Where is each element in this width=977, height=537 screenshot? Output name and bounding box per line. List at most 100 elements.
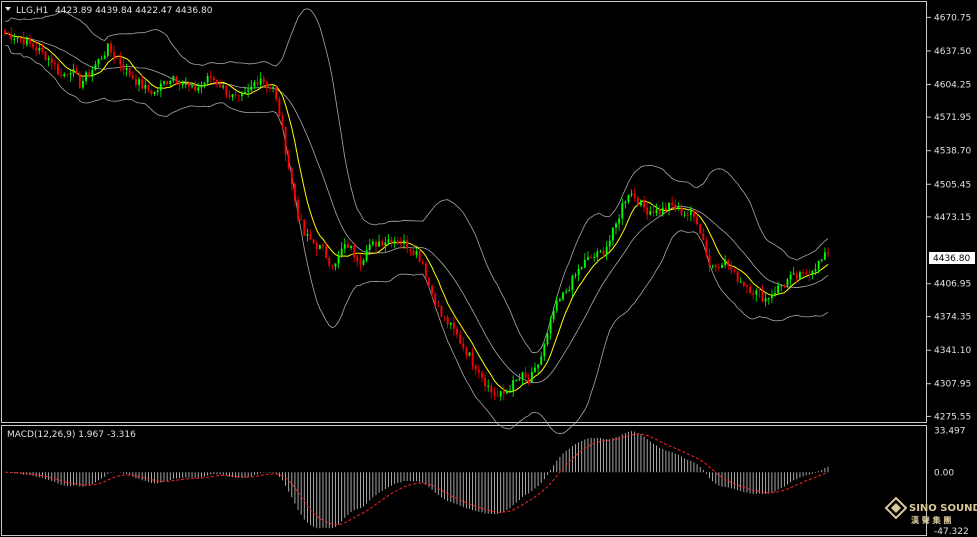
candle-body <box>63 74 66 77</box>
candle-body <box>465 347 468 356</box>
candle-body <box>256 82 259 85</box>
logo-name: SINO SOUND <box>909 503 977 514</box>
candle-body <box>57 64 59 75</box>
candle-body <box>705 240 708 256</box>
candle-body <box>378 241 381 247</box>
candle-body <box>278 99 281 117</box>
candle-body <box>231 94 234 98</box>
candle-body <box>297 200 299 220</box>
candle-body <box>371 241 374 245</box>
candle-body <box>66 74 69 76</box>
candle-body <box>340 248 343 256</box>
candle-body <box>184 83 187 85</box>
candle-body <box>303 220 306 236</box>
candle-body <box>150 90 153 95</box>
candle-body <box>225 85 228 96</box>
candle-body <box>122 64 125 71</box>
candle-body <box>649 211 652 215</box>
candle-body <box>636 197 639 206</box>
candle-body <box>253 82 256 87</box>
candle-body <box>512 380 515 391</box>
candle-body <box>399 242 402 244</box>
candle-body <box>343 244 346 249</box>
candle-body <box>686 214 689 216</box>
candle-body <box>346 244 349 249</box>
candle-body <box>38 47 41 51</box>
candle-body <box>708 255 711 267</box>
candle-body <box>739 281 742 283</box>
candle-body <box>94 64 97 71</box>
candle-body <box>19 37 22 39</box>
candle-body <box>643 200 646 208</box>
candle-body <box>97 58 100 65</box>
chart-canvas[interactable]: 4670.75 4637.50 4604.25 4571.95 4538.70 4505.… <box>0 0 977 537</box>
candle-body <box>530 371 533 383</box>
candle-body <box>777 285 780 293</box>
candle-body <box>811 270 814 275</box>
candle-body <box>565 291 568 293</box>
candle-body <box>820 259 823 261</box>
candle-body <box>22 38 25 45</box>
candle-body <box>521 372 524 380</box>
candle-body <box>415 251 418 255</box>
candle-body <box>409 248 412 251</box>
candle-body <box>543 344 546 357</box>
candle-body <box>481 372 483 378</box>
candle-body <box>290 168 293 184</box>
candle-body <box>789 274 792 280</box>
candle-body <box>668 202 670 210</box>
candle-body <box>446 317 449 325</box>
candle-body <box>823 252 826 260</box>
candle-body <box>767 298 770 300</box>
candle-body <box>459 334 462 344</box>
candle-body <box>671 202 674 205</box>
menu-arrow-icon[interactable] <box>5 7 11 11</box>
candle-body <box>518 379 521 381</box>
candle-body <box>147 84 150 91</box>
candle-body <box>60 74 63 77</box>
candle-body <box>265 82 268 88</box>
candle-body <box>275 86 278 100</box>
candle-body <box>138 79 140 85</box>
middle-band-line <box>4 33 829 384</box>
candle-body <box>587 257 589 260</box>
price-panel-frame <box>1 1 927 423</box>
candle-body <box>714 265 717 268</box>
candle-body <box>44 51 47 60</box>
candle-body <box>696 216 699 225</box>
candle-body <box>47 58 50 60</box>
candle-body <box>724 260 727 265</box>
candle-body <box>596 251 599 257</box>
candle-body <box>749 286 751 293</box>
candle-body <box>144 84 147 89</box>
candle-body <box>197 87 200 91</box>
candle-body <box>721 264 723 268</box>
candle-body <box>315 243 318 250</box>
candle-body <box>187 83 190 87</box>
candle-body <box>375 241 377 247</box>
candle-body <box>16 37 19 39</box>
candle-body <box>424 263 427 279</box>
candle-body <box>689 211 692 215</box>
candle-body <box>113 52 116 58</box>
candle-body <box>608 240 611 247</box>
candle-body <box>808 273 811 275</box>
candle-body <box>318 244 321 250</box>
candle-body <box>490 385 493 393</box>
candle-body <box>191 86 193 88</box>
candle-body <box>764 298 767 302</box>
candle-body <box>471 352 474 366</box>
candle-body <box>574 275 577 277</box>
candle-body <box>730 265 733 271</box>
candle-body <box>761 291 764 302</box>
candle-body <box>4 30 6 34</box>
candle-body <box>452 322 455 329</box>
candle-body <box>134 78 137 85</box>
candle-body <box>331 265 334 267</box>
candle-body <box>431 285 434 295</box>
price-tick-label: 4473.15 <box>934 213 971 223</box>
candle-body <box>262 78 265 83</box>
candle-body <box>212 77 215 80</box>
candle-body <box>524 372 527 378</box>
candle-body <box>88 72 91 77</box>
